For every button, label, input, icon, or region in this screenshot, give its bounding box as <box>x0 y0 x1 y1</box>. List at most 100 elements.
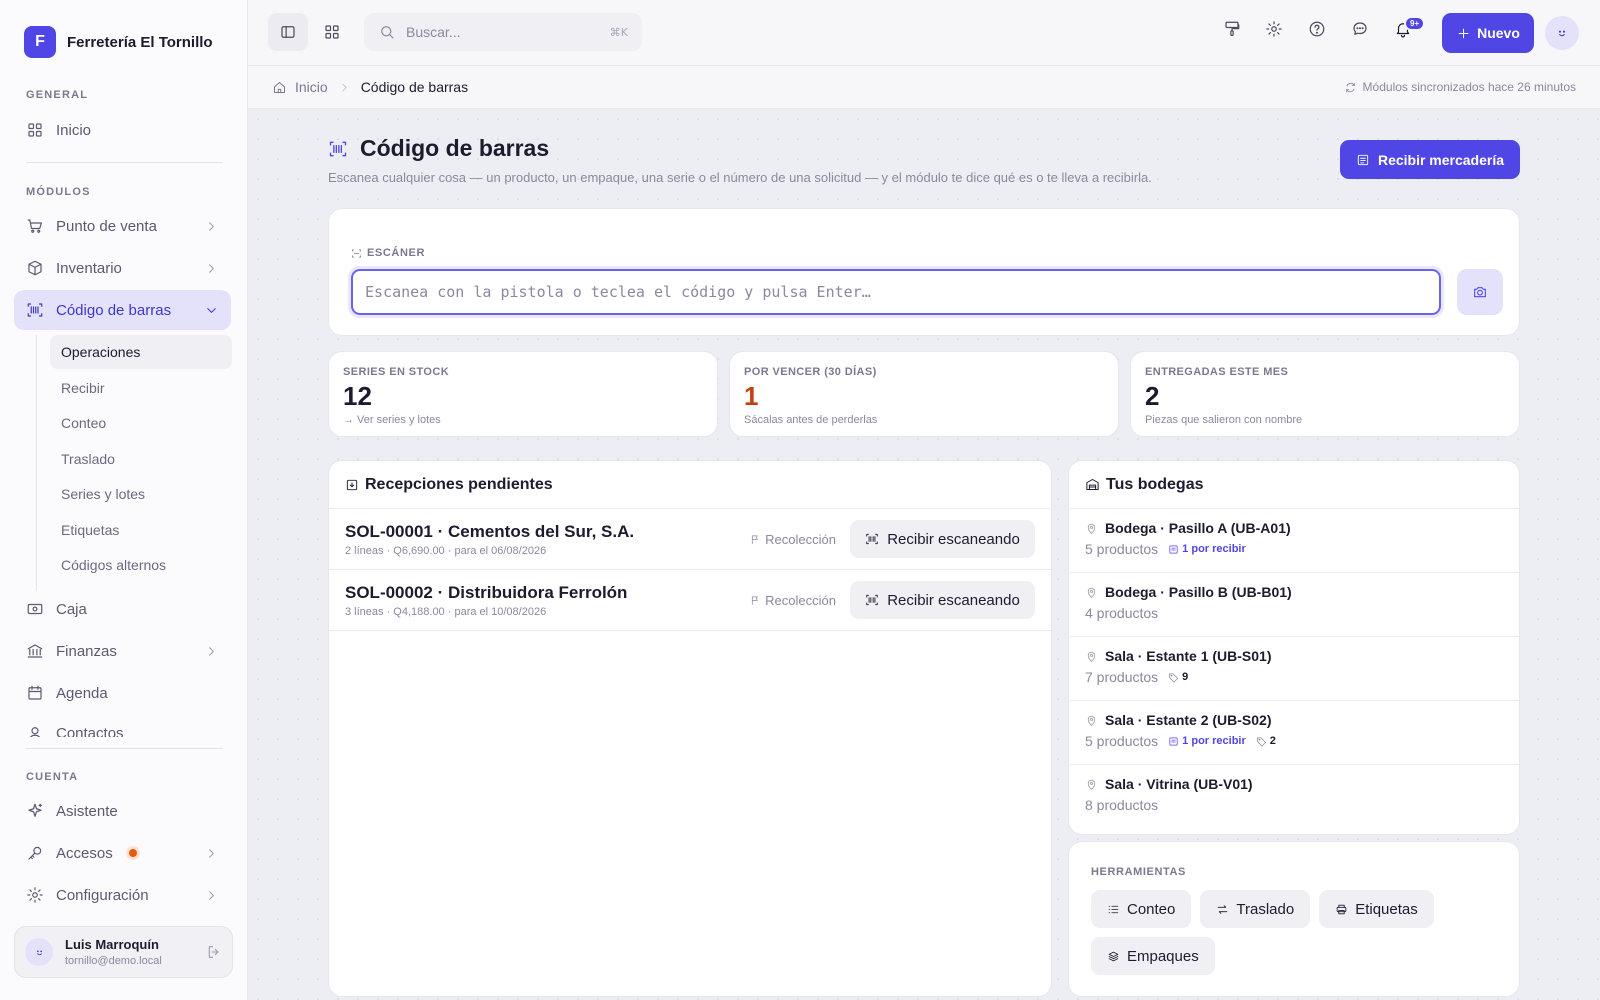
flag-icon <box>752 534 758 544</box>
pending-receive-chip: 1 por recibir <box>1168 735 1246 747</box>
view-series-link[interactable]: → Ver series y lotes <box>343 414 703 426</box>
camera-icon <box>1474 287 1486 298</box>
subitem-series-y-lotes[interactable]: Series y lotes <box>50 477 232 511</box>
tag-icon <box>1169 672 1179 682</box>
apps-grid-icon <box>325 25 339 39</box>
warehouse-product-count: 5 productos <box>1085 733 1159 749</box>
list-item[interactable]: Bodega · Pasillo B (UB-B01) 4 productos <box>1069 573 1519 637</box>
breadcrumb-home[interactable]: Inicio <box>272 79 328 95</box>
breadcrumb: Inicio Código de barras Módulos sincroni… <box>248 66 1600 109</box>
page-header: Código de barras Escanea cualquier cosa … <box>328 135 1152 185</box>
sidebar-item-label: Inventario <box>56 259 122 277</box>
search-input[interactable]: Buscar... <box>406 24 460 40</box>
sidebar-item-contactos[interactable]: Contactos <box>14 716 231 737</box>
tool-conteo-button[interactable]: Conteo <box>1091 890 1192 928</box>
box-icon <box>28 260 42 276</box>
page-subtitle: Escanea cualquier cosa — un producto, un… <box>328 170 1152 185</box>
logout-icon[interactable] <box>206 944 222 960</box>
table-row[interactable]: SOL-00001 · Cementos del Sur, S.A. 2 lín… <box>329 509 1051 570</box>
receive-scanning-label: Recibir escaneando <box>887 530 1020 548</box>
sidebar-item-codigo-de-barras[interactable]: Código de barras <box>14 290 231 330</box>
receive-icon <box>1169 544 1178 554</box>
sidebar-item-punto-de-venta[interactable]: Punto de venta <box>14 207 231 245</box>
sidebar-item-caja[interactable]: Caja <box>14 590 231 628</box>
sidebar-item-label: Punto de venta <box>56 217 157 235</box>
subitem-etiquetas[interactable]: Etiquetas <box>50 513 232 547</box>
sidebar-item-asistente[interactable]: Asistente <box>14 792 231 830</box>
brand[interactable]: F Ferretería El Tornillo <box>24 26 213 58</box>
stat-foot-text: Ver series y lotes <box>357 414 441 426</box>
list-item[interactable]: Bodega · Pasillo A (UB-A01) 5 productos … <box>1069 509 1519 573</box>
avatar <box>25 938 53 966</box>
location-pin-icon <box>1087 587 1096 598</box>
chevron-down-icon <box>207 307 216 313</box>
sidebar-item-label: Agenda <box>56 684 108 702</box>
avatar[interactable] <box>1545 16 1579 50</box>
search-icon <box>381 26 394 39</box>
apps-button[interactable] <box>312 13 352 51</box>
tools-list: Conteo Traslado Etiquetas Empaques <box>1091 890 1451 975</box>
brand-logo: F <box>24 26 56 58</box>
gear-icon[interactable] <box>1265 20 1283 38</box>
tool-label: Conteo <box>1127 900 1176 918</box>
scan-icon <box>352 248 361 258</box>
bank-icon <box>27 644 43 658</box>
tools-label: HERRAMIENTAS <box>1091 866 1186 878</box>
cash-icon <box>27 603 43 615</box>
subitem-traslado[interactable]: Traslado <box>50 442 232 476</box>
page-title-text: Código de barras <box>360 135 550 161</box>
warehouse-name: Sala · Estante 2 (UB-S02) <box>1105 712 1272 728</box>
user-card[interactable]: Luis Marroquín tornillo@demo.local <box>14 926 233 978</box>
search-bar[interactable]: Buscar... ⌘K <box>364 13 642 51</box>
chat-icon[interactable] <box>1351 20 1369 38</box>
tool-empaques-button[interactable]: Empaques <box>1091 937 1215 975</box>
sparkle-icon <box>28 803 42 817</box>
scan-input[interactable] <box>351 269 1441 315</box>
sidebar-item-accesos[interactable]: Accesos <box>14 834 231 872</box>
sidebar-item-configuracion[interactable]: Configuración <box>14 876 231 914</box>
reception-tag: Recolección <box>750 532 836 547</box>
user-name: Luis Marroquín <box>65 937 159 952</box>
sidebar-item-finanzas[interactable]: Finanzas <box>14 632 231 670</box>
list-item[interactable]: Sala · Estante 2 (UB-S02) 5 productos 1 … <box>1069 701 1519 765</box>
tool-traslado-button[interactable]: Traslado <box>1200 890 1311 928</box>
reception-tag-text: Recolección <box>765 531 836 547</box>
help-icon[interactable] <box>1308 20 1326 38</box>
sidebar-divider <box>26 162 223 163</box>
subitem-recibir[interactable]: Recibir <box>50 371 232 405</box>
subitem-codigos-alternos[interactable]: Códigos alternos <box>50 548 232 582</box>
stat-label: SERIES EN STOCK <box>343 366 450 378</box>
toggle-sidebar-button[interactable] <box>268 13 308 51</box>
new-button[interactable]: Nuevo <box>1442 13 1534 53</box>
sidebar-item-agenda[interactable]: Agenda <box>14 674 231 712</box>
plus-icon <box>1458 28 1469 38</box>
notifications-button[interactable]: 9+ <box>1394 16 1426 38</box>
sidebar-divider <box>26 748 223 749</box>
pending-receive-chip: 1 por recibir <box>1168 543 1246 555</box>
location-pin-icon <box>1087 651 1096 662</box>
receive-goods-button[interactable]: Recibir mercadería <box>1340 140 1520 179</box>
warehouses-header: Tus bodegas <box>1069 461 1519 509</box>
sidebar-item-inventario[interactable]: Inventario <box>14 249 231 287</box>
list-item[interactable]: Sala · Estante 1 (UB-S01) 7 productos 9 <box>1069 637 1519 701</box>
cart-icon <box>27 219 42 233</box>
sidebar: F Ferretería El Tornillo GENERAL Inicio … <box>0 0 248 1000</box>
section-label-modulos: MÓDULOS <box>26 186 91 198</box>
paint-roller-icon[interactable] <box>1223 20 1241 38</box>
stat-card-series: SERIES EN STOCK 12 → Ver series y lotes <box>328 351 718 437</box>
camera-scan-button[interactable] <box>1457 269 1503 315</box>
sidebar-item-label: Accesos <box>56 844 113 862</box>
receive-scanning-button[interactable]: Recibir escaneando <box>850 520 1035 558</box>
tool-etiquetas-button[interactable]: Etiquetas <box>1319 890 1434 928</box>
user-info: Luis Marroquín tornillo@demo.local <box>65 937 194 967</box>
subitem-operaciones[interactable]: Operaciones <box>50 335 232 369</box>
list-item[interactable]: Sala · Vitrina (UB-V01) 8 productos <box>1069 765 1519 829</box>
sidebar-item-inicio[interactable]: Inicio <box>14 111 231 149</box>
section-label-general: GENERAL <box>26 89 89 101</box>
subitem-conteo[interactable]: Conteo <box>50 406 232 440</box>
new-button-label: Nuevo <box>1477 25 1520 41</box>
receive-scanning-button[interactable]: Recibir escaneando <box>850 581 1035 619</box>
table-row[interactable]: SOL-00002 · Distribuidora Ferrolón 3 lín… <box>329 570 1051 631</box>
calendar-icon <box>28 685 42 700</box>
scan-icon <box>866 594 878 606</box>
